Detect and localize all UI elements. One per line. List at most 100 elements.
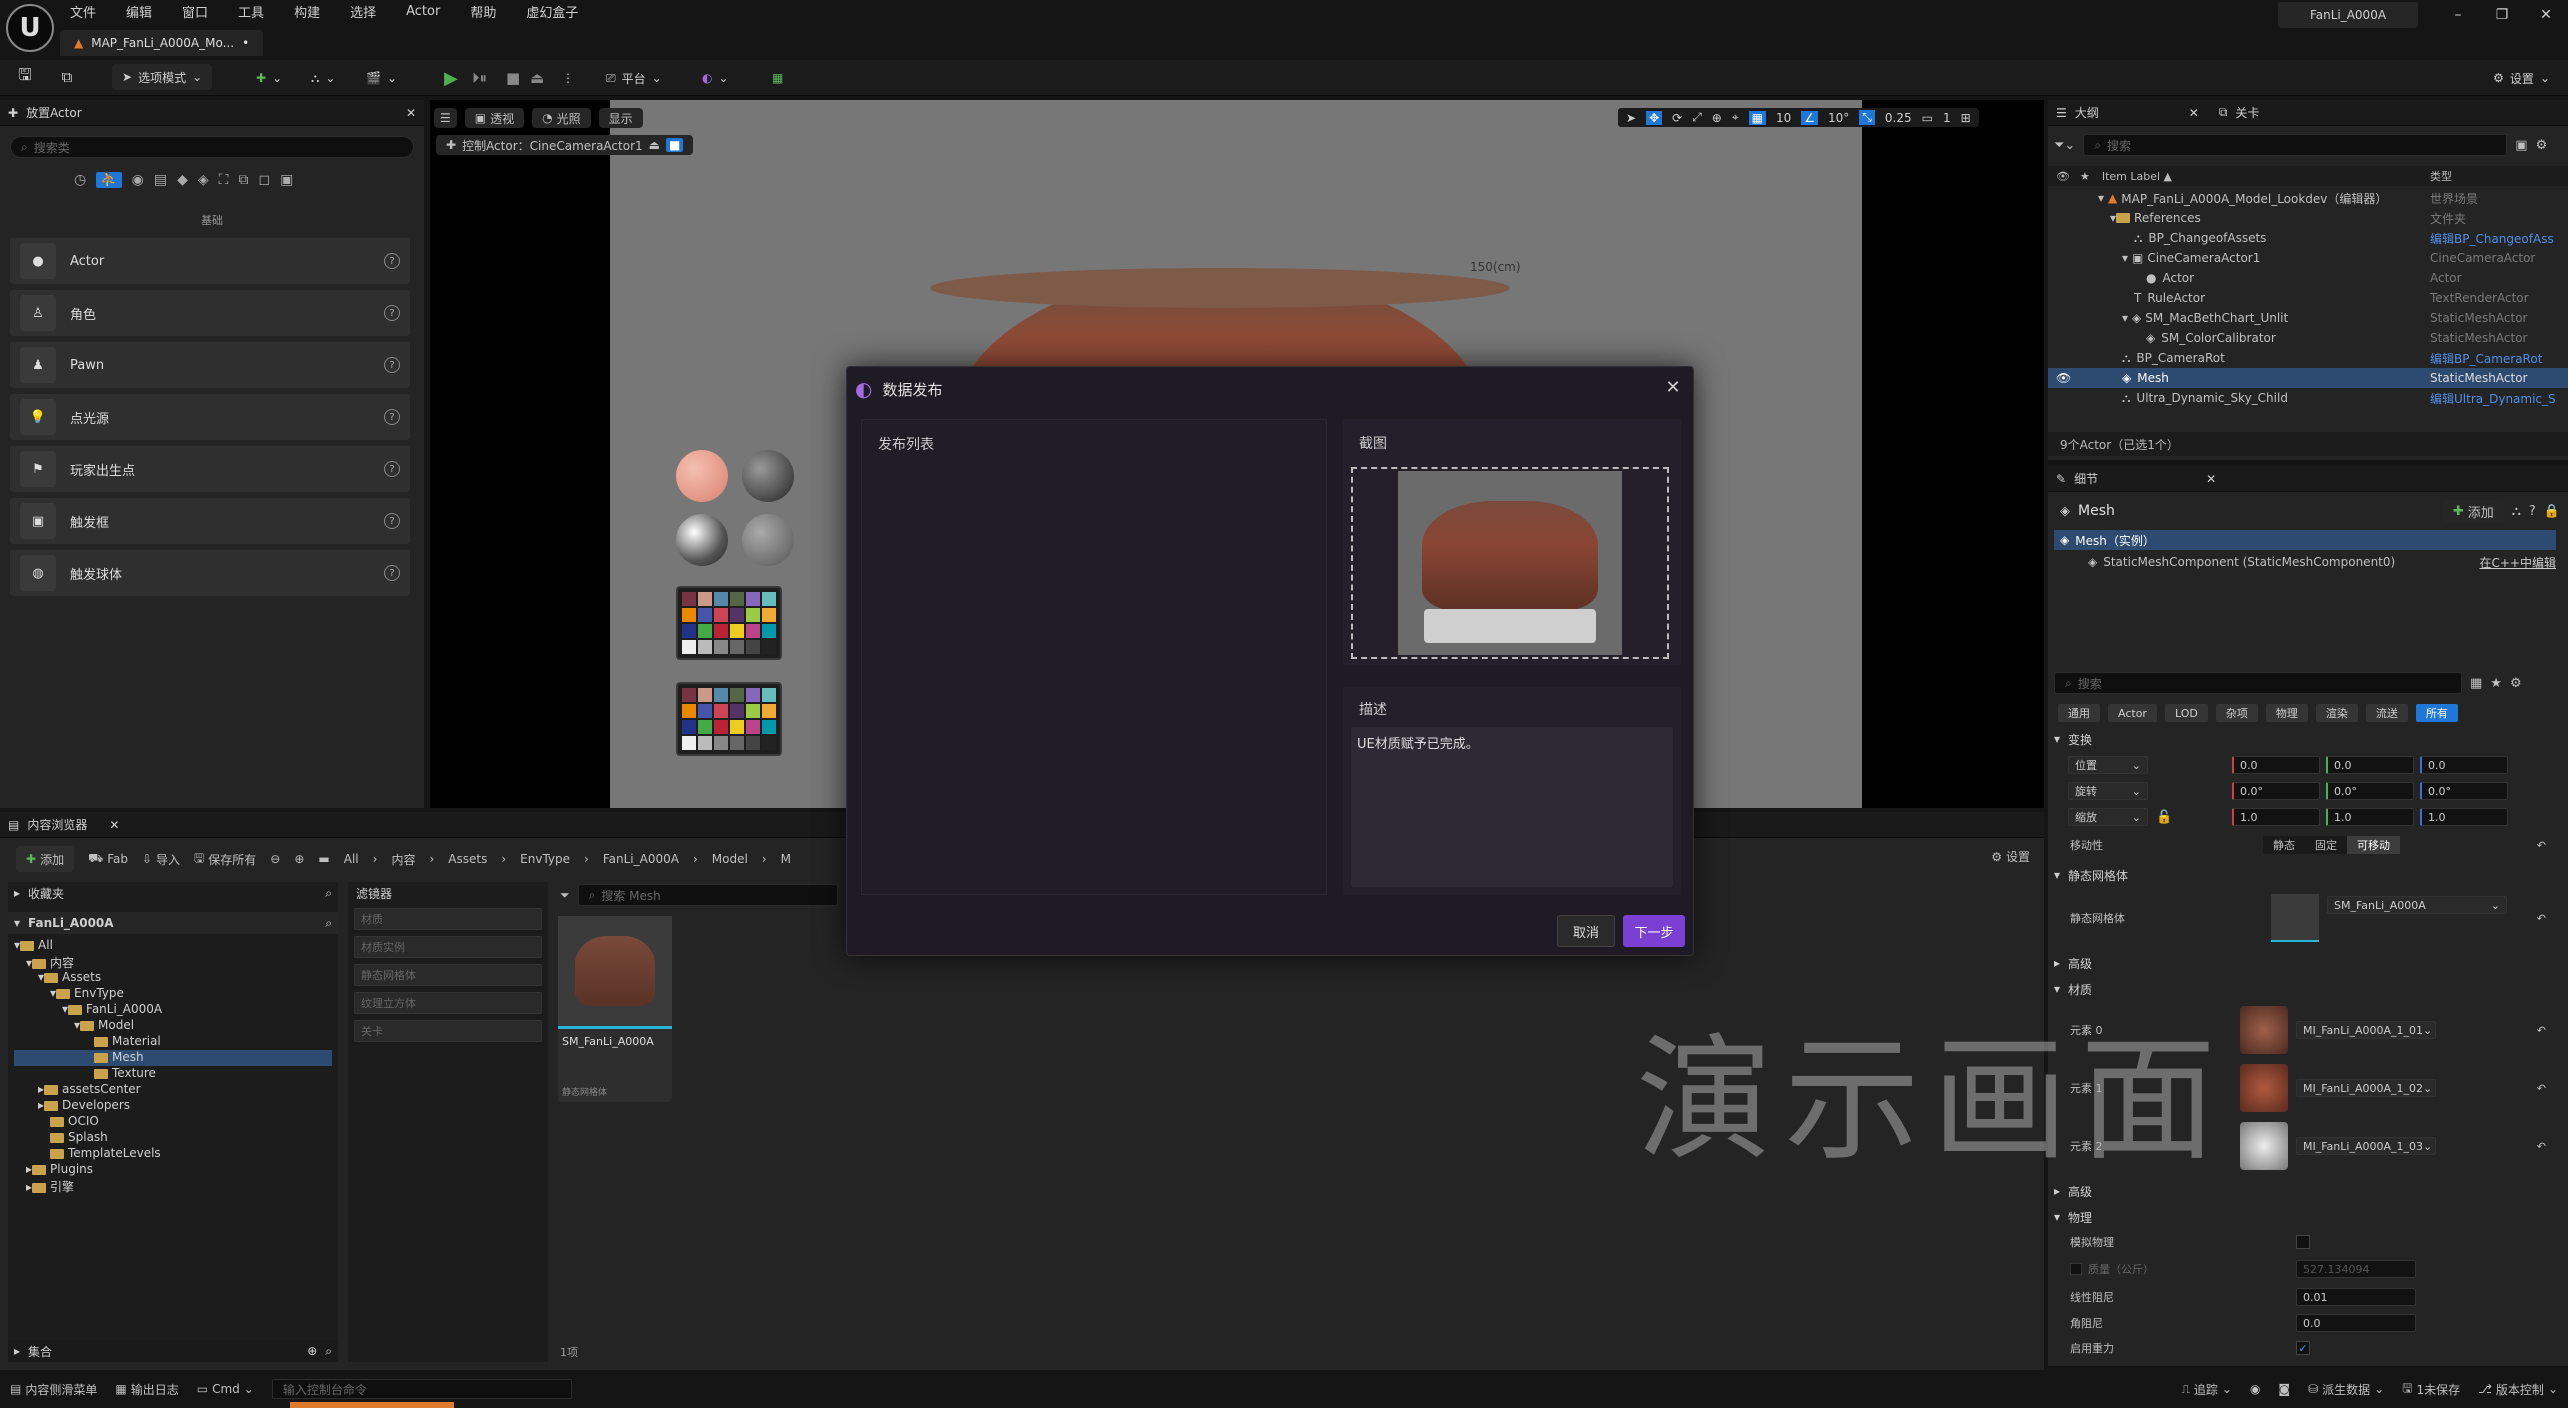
filter-static-mesh[interactable]: 静态网格体: [354, 964, 542, 986]
chip-rendering[interactable]: 渲染: [2315, 704, 2358, 722]
scale-value[interactable]: 0.25: [1885, 111, 1912, 125]
chip-lod[interactable]: LOD: [2164, 704, 2208, 722]
asset-tile[interactable]: SM_FanLi_A000A 静态网格体: [558, 916, 672, 1102]
place-actor-item-player-start[interactable]: ⚑ 玩家出生点?: [10, 446, 410, 492]
add-button[interactable]: ✚ 添加: [16, 846, 75, 872]
camera-speed-icon[interactable]: ▭: [1922, 111, 1933, 125]
help-icon[interactable]: ?: [2529, 504, 2536, 519]
tree-item-mesh[interactable]: Mesh: [14, 1050, 332, 1066]
outliner-row[interactable]: ▾ ▣ CineCameraActor1 CineCameraActor: [2048, 248, 2568, 268]
breadcrumb-all[interactable]: All: [344, 852, 359, 866]
breadcrumb-mesh[interactable]: M: [781, 852, 791, 866]
collections-header[interactable]: ▸ 集合 ⊕ ⌕: [8, 1340, 338, 1362]
gravity-checkbox[interactable]: ✓: [2296, 1341, 2310, 1355]
edit-cpp-link[interactable]: 在C++中编辑: [2480, 554, 2557, 571]
trace-button[interactable]: ⎍ 追踪 ⌄: [2181, 1381, 2231, 1398]
material-picker[interactable]: MI_FanLi_A000A_1_02 ⌄: [2296, 1079, 2436, 1097]
derived-data-button[interactable]: ⛁ 派生数据 ⌄: [2308, 1381, 2384, 1398]
add-component-button[interactable]: ✚ 添加: [2442, 500, 2504, 522]
tree-item-templatelevels[interactable]: TemplateLevels: [14, 1146, 338, 1162]
rotation-y[interactable]: 0.0°: [2326, 782, 2414, 800]
chip-general[interactable]: 通用: [2058, 704, 2100, 722]
forward-icon[interactable]: ⊕: [294, 852, 304, 866]
outliner-row[interactable]: ⛬ BP_CameraRot 编辑BP_CameraRot: [2048, 348, 2568, 368]
search-icon[interactable]: ⌕: [325, 916, 332, 931]
outliner-row[interactable]: ⛬ BP_ChangeofAssets 编辑BP_ChangeofAss: [2048, 228, 2568, 248]
rotate-tool-icon[interactable]: ⟳: [1672, 111, 1682, 125]
all-classes-icon[interactable]: ⧉: [238, 172, 248, 188]
landscape-icon[interactable]: ▦: [766, 63, 789, 93]
camera-speed-value[interactable]: 1: [1943, 111, 1951, 125]
filter-texture-cube[interactable]: 纹理立方体: [354, 992, 542, 1014]
menu-edit[interactable]: 编辑: [122, 0, 156, 23]
transform-section[interactable]: ▾ 变换: [2054, 728, 2092, 750]
root-header[interactable]: ▾ FanLi_A000A ⌕: [8, 912, 338, 934]
folder-nav-icon[interactable]: ▬: [318, 852, 329, 866]
box-icon[interactable]: ◻: [258, 172, 270, 188]
tree-item-plugins[interactable]: ▸ Plugins: [14, 1162, 338, 1178]
mass-override-checkbox[interactable]: [2070, 1263, 2082, 1275]
tree-item-texture[interactable]: Texture: [14, 1066, 338, 1082]
gear-icon[interactable]: ⚙: [2510, 676, 2522, 691]
unsaved-button[interactable]: 🖫 1未保存: [2402, 1379, 2460, 1400]
cmd-button[interactable]: ▭ Cmd ⌄: [197, 1382, 254, 1396]
screenshot-dropzone[interactable]: [1351, 467, 1669, 659]
reset-icon[interactable]: ↶: [2537, 1082, 2546, 1095]
tree-item-material[interactable]: Material: [14, 1034, 338, 1050]
settings-button[interactable]: ⚙ 设置 ⌄: [2487, 63, 2556, 93]
menu-virtual-box[interactable]: 虚幻盒子: [522, 0, 582, 23]
mobility-stationary[interactable]: 固定: [2305, 836, 2347, 854]
location-z[interactable]: 0.0: [2420, 756, 2508, 774]
outliner-row[interactable]: ▾ ◈ SM_MacBethChart_Unlit StaticMeshActor: [2048, 308, 2568, 328]
shapes-icon[interactable]: ⛶: [219, 172, 229, 188]
close-tab-icon[interactable]: ✕: [406, 106, 416, 120]
content-settings-button[interactable]: ⚙ 设置: [1991, 848, 2030, 865]
surface-snap-icon[interactable]: ⌖: [1732, 110, 1739, 125]
grid-snap-icon[interactable]: ▦: [1748, 110, 1766, 125]
tree-item-ocio[interactable]: OCIO: [14, 1114, 338, 1130]
blueprint-button[interactable]: ⛬ ⌄: [305, 63, 341, 93]
lock-icon[interactable]: 🔒: [2544, 504, 2560, 519]
help-icon[interactable]: ?: [384, 513, 400, 529]
output-log-button[interactable]: ▦ 输出日志: [115, 1381, 178, 1398]
mobility-static[interactable]: 静态: [2263, 836, 2305, 854]
volumes-icon[interactable]: ◈: [198, 172, 209, 188]
show-button[interactable]: 显示: [598, 108, 643, 128]
stop-icon[interactable]: ■: [500, 63, 526, 93]
tree-item-fanli[interactable]: ▾ FanLi_A000A: [14, 1002, 338, 1018]
eject-pilot-icon[interactable]: ⏏: [649, 138, 660, 152]
menu-file[interactable]: 文件: [66, 0, 100, 23]
breadcrumb-model[interactable]: Model: [712, 852, 748, 866]
tree-item-envtype[interactable]: ▾ EnvType: [14, 986, 338, 1002]
close-tab-icon[interactable]: ✕: [2189, 106, 2199, 120]
tree-item-content[interactable]: ▾ 内容: [14, 954, 338, 970]
menu-window[interactable]: 窗口: [178, 0, 212, 23]
add-collection-icon[interactable]: ⊕: [307, 1344, 317, 1358]
simulate-checkbox[interactable]: [2296, 1235, 2310, 1249]
physics-section[interactable]: ▾ 物理: [2054, 1206, 2092, 1228]
help-icon[interactable]: ?: [384, 461, 400, 477]
step-icon[interactable]: ⏵⏸: [466, 63, 493, 93]
static-mesh-picker[interactable]: SM_FanLi_A000A ⌄: [2327, 896, 2507, 914]
location-x[interactable]: 0.0: [2232, 756, 2320, 774]
level-tab[interactable]: ▲ MAP_FanLi_A000A_Mo... •: [60, 30, 264, 56]
cinematic-icon[interactable]: ▤: [154, 172, 167, 188]
next-button[interactable]: 下一步: [1623, 915, 1685, 947]
angle-snap-icon[interactable]: ∠: [1801, 110, 1819, 125]
tree-item-engine[interactable]: ▸ 引擎: [14, 1178, 338, 1194]
import-button[interactable]: ⇩ 导入: [142, 851, 180, 868]
component-row[interactable]: ◈ StaticMeshComponent (StaticMeshComponen…: [2054, 552, 2556, 572]
chip-physics[interactable]: 物理: [2265, 704, 2308, 722]
place-actor-item-character[interactable]: ♙ 角色?: [10, 290, 410, 336]
rotation-z[interactable]: 0.0°: [2420, 782, 2508, 800]
description-textarea[interactable]: UE材质赋予已完成。: [1351, 727, 1673, 887]
search-icon[interactable]: ⌕: [325, 886, 332, 901]
viewport-menu-icon[interactable]: ☰: [434, 108, 457, 128]
table-view-icon[interactable]: ▦: [2470, 676, 2482, 691]
selection-mode-button[interactable]: ➤ 选项模式 ⌄: [112, 64, 213, 90]
grid-value[interactable]: 10: [1776, 111, 1791, 125]
filter-icon[interactable]: ⏷⌄: [2054, 138, 2075, 153]
place-actor-search[interactable]: ⌕ 搜索类: [10, 136, 414, 158]
blueprint-icon[interactable]: ⛬: [2512, 504, 2521, 519]
tree-item-splash[interactable]: Splash: [14, 1130, 338, 1146]
